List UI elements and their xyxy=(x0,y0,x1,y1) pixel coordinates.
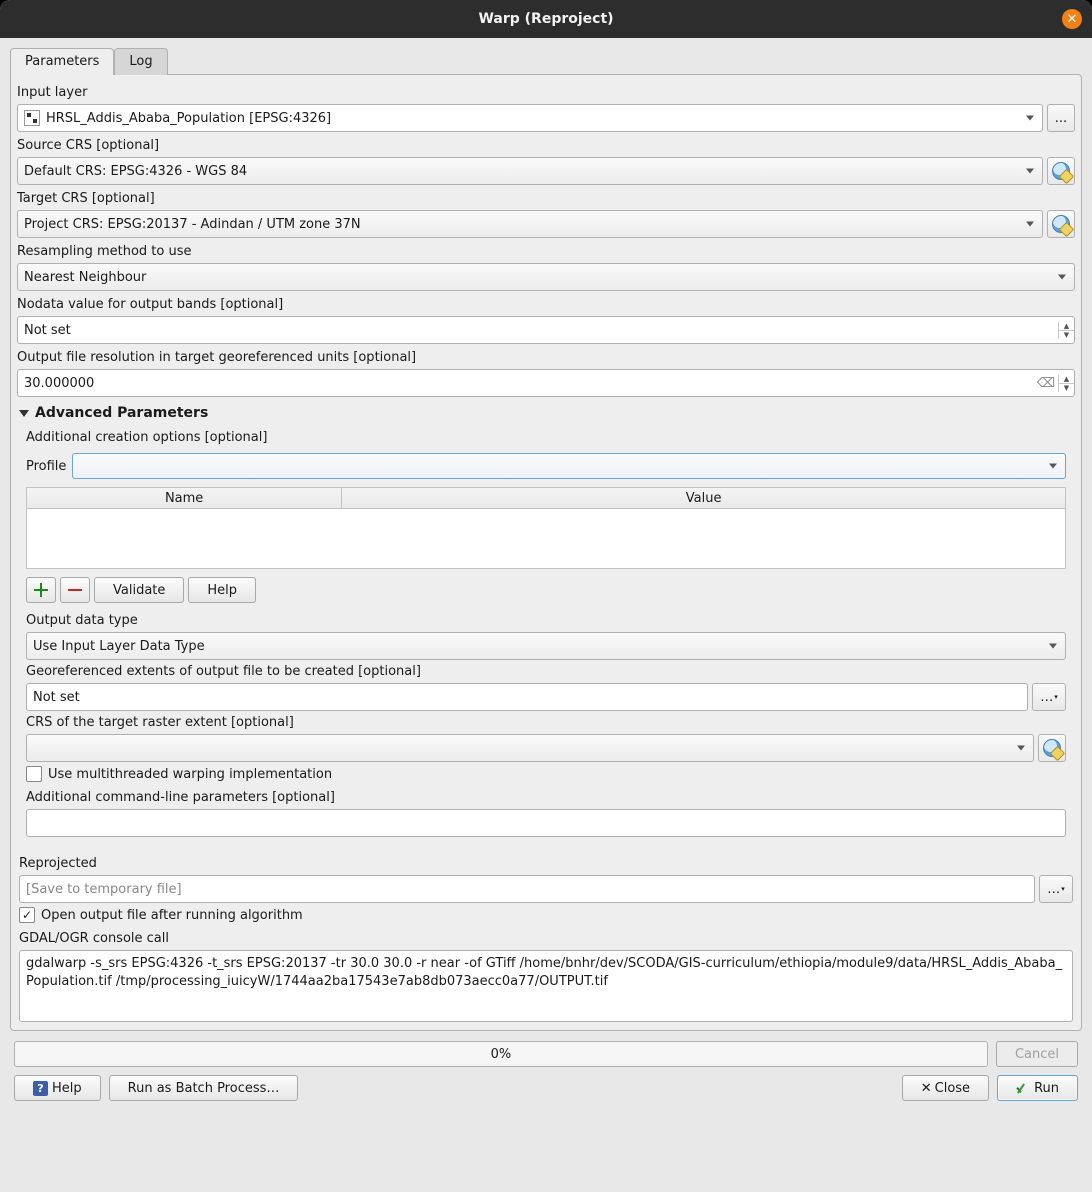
close-button[interactable]: ✕ Close xyxy=(902,1075,989,1101)
multithread-label: Use multithreaded warping implementation xyxy=(48,767,332,782)
output-dtype-combo[interactable]: Use Input Layer Data Type xyxy=(26,632,1066,660)
close-icon: ✕ xyxy=(921,1081,932,1096)
cmdline-input[interactable] xyxy=(26,809,1066,837)
validate-button[interactable]: Validate xyxy=(94,577,184,603)
source-crs-label: Source CRS [optional] xyxy=(17,134,1075,157)
geo-extent-value: Not set xyxy=(33,690,80,705)
progress-text: 0% xyxy=(491,1047,512,1062)
output-resolution-spin[interactable]: 30.000000 ⌫ ▲ ▼ xyxy=(17,369,1075,397)
col-value-header: Value xyxy=(342,488,1065,508)
creation-options-table-header: Name Value xyxy=(26,487,1066,509)
profile-label: Profile xyxy=(26,459,66,474)
console-call-label: GDAL/OGR console call xyxy=(19,927,1073,950)
close-window-icon[interactable]: ✕ xyxy=(1062,9,1082,29)
profile-combo[interactable] xyxy=(72,453,1066,479)
reprojected-placeholder: [Save to temporary file] xyxy=(26,882,182,897)
creation-options-table[interactable] xyxy=(26,509,1066,569)
resampling-combo[interactable]: Nearest Neighbour xyxy=(17,263,1075,291)
open-after-checkbox[interactable]: ✓ xyxy=(19,907,35,923)
progress-bar: 0% xyxy=(14,1041,988,1067)
nodata-label: Nodata value for output bands [optional] xyxy=(17,293,1075,316)
geo-extent-input[interactable]: Not set xyxy=(26,683,1028,711)
additional-creation-label: Additional creation options [optional] xyxy=(26,426,1066,449)
run-icon xyxy=(1016,1081,1030,1095)
multithread-checkbox[interactable] xyxy=(26,766,42,782)
output-resolution-value: 30.000000 xyxy=(18,376,1034,391)
help-icon: ? xyxy=(33,1081,48,1096)
crs-extent-combo[interactable] xyxy=(26,734,1034,762)
reprojected-label: Reprojected xyxy=(19,852,1073,875)
source-crs-combo[interactable]: Default CRS: EPSG:4326 - WGS 84 xyxy=(17,157,1043,185)
crs-globe-icon xyxy=(1043,739,1061,757)
title-bar: Warp (Reproject) ✕ xyxy=(0,0,1092,38)
target-crs-picker-button[interactable] xyxy=(1047,210,1075,238)
source-crs-picker-button[interactable] xyxy=(1047,157,1075,185)
output-resolution-step-up[interactable]: ▲ xyxy=(1059,375,1074,384)
geo-extent-label: Georeferenced extents of output file to … xyxy=(26,660,1066,683)
options-help-button[interactable]: Help xyxy=(188,577,256,603)
output-dtype-value: Use Input Layer Data Type xyxy=(33,639,205,654)
minus-icon xyxy=(68,589,82,591)
open-after-label: Open output file after running algorithm xyxy=(41,908,303,923)
console-call-value: gdalwarp -s_srs EPSG:4326 -t_srs EPSG:20… xyxy=(26,955,1066,990)
resampling-value: Nearest Neighbour xyxy=(24,270,146,285)
run-batch-button[interactable]: Run as Batch Process… xyxy=(109,1075,299,1101)
remove-option-button[interactable] xyxy=(60,577,90,603)
output-resolution-clear-icon[interactable]: ⌫ xyxy=(1034,376,1058,391)
input-layer-label: Input layer xyxy=(17,81,1075,104)
input-layer-value: HRSL_Addis_Ababa_Population [EPSG:4326] xyxy=(46,111,331,126)
help-button[interactable]: ? Help xyxy=(14,1075,101,1101)
output-resolution-label: Output file resolution in target georefe… xyxy=(17,346,1075,369)
reprojected-output-input[interactable]: [Save to temporary file] xyxy=(19,875,1035,903)
target-crs-combo[interactable]: Project CRS: EPSG:20137 - Adindan / UTM … xyxy=(17,210,1043,238)
cmdline-label: Additional command-line parameters [opti… xyxy=(26,786,1066,809)
cancel-button: Cancel xyxy=(996,1041,1078,1067)
tab-bar: Parameters Log xyxy=(10,48,1082,75)
add-option-button[interactable] xyxy=(26,577,56,603)
crs-extent-picker-button[interactable] xyxy=(1038,734,1066,762)
target-crs-label: Target CRS [optional] xyxy=(17,187,1075,210)
col-name-header: Name xyxy=(27,488,342,508)
plus-icon xyxy=(34,583,48,597)
tab-parameters[interactable]: Parameters xyxy=(10,48,114,75)
tab-log[interactable]: Log xyxy=(114,48,167,75)
crs-globe-icon xyxy=(1052,215,1070,233)
crs-extent-label: CRS of the target raster extent [optiona… xyxy=(26,711,1066,734)
advanced-parameters-toggle[interactable]: Advanced Parameters xyxy=(17,399,1075,425)
help-button-label: Help xyxy=(52,1081,82,1096)
chevron-down-icon xyxy=(19,410,29,417)
window-title: Warp (Reproject) xyxy=(478,11,613,27)
output-dtype-label: Output data type xyxy=(26,609,1066,632)
input-layer-combo[interactable]: HRSL_Addis_Ababa_Population [EPSG:4326] xyxy=(17,104,1043,132)
output-resolution-step-down[interactable]: ▼ xyxy=(1059,384,1074,392)
input-layer-browse-button[interactable]: ... xyxy=(1047,104,1075,132)
geo-extent-browse-button[interactable]: …▾ xyxy=(1032,683,1066,711)
reprojected-browse-button[interactable]: …▾ xyxy=(1039,875,1073,903)
run-button-label: Run xyxy=(1034,1081,1059,1096)
nodata-step-down[interactable]: ▼ xyxy=(1059,331,1074,339)
nodata-spin[interactable]: Not set ▲ ▼ xyxy=(17,316,1075,344)
close-button-label: Close xyxy=(935,1081,970,1096)
console-call-text[interactable]: gdalwarp -s_srs EPSG:4326 -t_srs EPSG:20… xyxy=(19,950,1073,1022)
nodata-step-up[interactable]: ▲ xyxy=(1059,322,1074,331)
run-button[interactable]: Run xyxy=(997,1075,1078,1101)
resampling-label: Resampling method to use xyxy=(17,240,1075,263)
nodata-value: Not set xyxy=(18,323,1058,338)
source-crs-value: Default CRS: EPSG:4326 - WGS 84 xyxy=(24,164,247,179)
target-crs-value: Project CRS: EPSG:20137 - Adindan / UTM … xyxy=(24,217,361,232)
raster-layer-icon xyxy=(24,110,40,126)
advanced-parameters-label: Advanced Parameters xyxy=(35,405,208,421)
crs-globe-icon xyxy=(1052,162,1070,180)
